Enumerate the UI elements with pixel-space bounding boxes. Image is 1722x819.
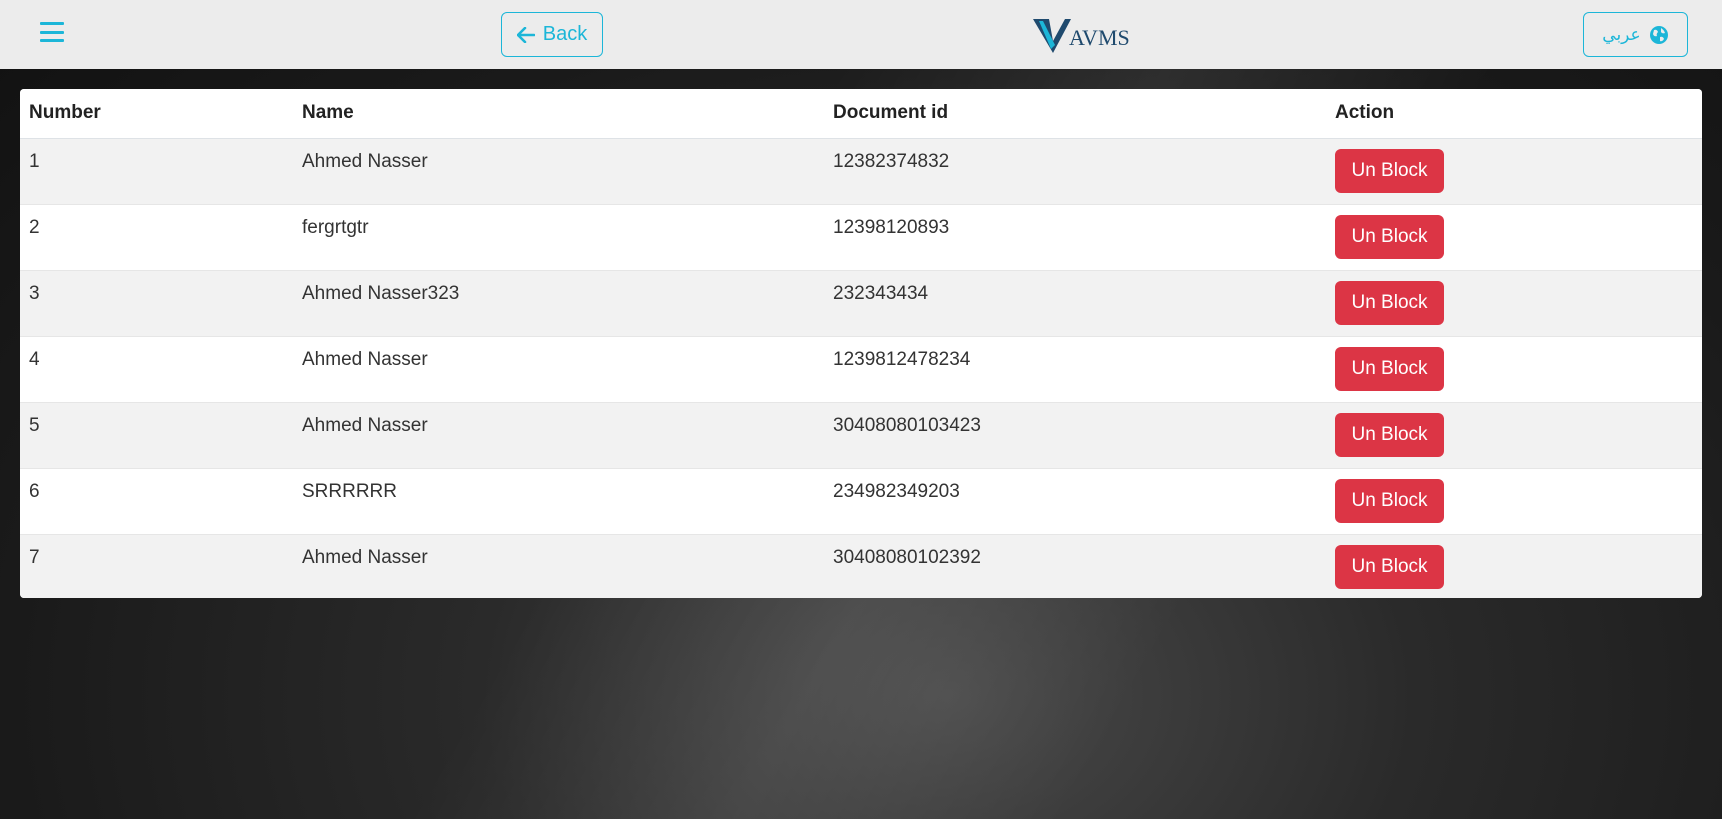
top-navbar: Back AVMS عربي bbox=[0, 0, 1722, 69]
header-document-id: Document id bbox=[824, 89, 1326, 139]
table-row: 7 Ahmed Nasser 30408080102392 Un Block bbox=[20, 533, 1702, 598]
cell-action: Un Block bbox=[1326, 335, 1702, 402]
unblock-button[interactable]: Un Block bbox=[1335, 412, 1444, 457]
table-row: 5 Ahmed Nasser 30408080103423 Un Block bbox=[20, 401, 1702, 468]
cell-action: Un Block bbox=[1326, 137, 1702, 204]
cell-name: Ahmed Nasser bbox=[293, 137, 824, 204]
cell-action: Un Block bbox=[1326, 203, 1702, 270]
unblock-button[interactable]: Un Block bbox=[1335, 148, 1444, 193]
header-name: Name bbox=[293, 89, 824, 139]
cell-number: 3 bbox=[20, 269, 293, 336]
cell-name: Ahmed Nasser323 bbox=[293, 269, 824, 336]
table-row: 1 Ahmed Nasser 12382374832 Un Block bbox=[20, 137, 1702, 204]
cell-number: 4 bbox=[20, 335, 293, 402]
back-label: Back bbox=[542, 23, 588, 45]
cell-name: Ahmed Nasser bbox=[293, 335, 824, 402]
cell-number: 1 bbox=[20, 137, 293, 204]
cell-document-id: 234982349203 bbox=[824, 467, 1326, 534]
cell-document-id: 30408080103423 bbox=[824, 401, 1326, 468]
table-row: 2 fergrtgtr 12398120893 Un Block bbox=[20, 203, 1702, 270]
cell-document-id: 232343434 bbox=[824, 269, 1326, 336]
table-row: 4 Ahmed Nasser 1239812478234 Un Block bbox=[20, 335, 1702, 402]
cell-name: SRRRRRR bbox=[293, 467, 824, 534]
cell-number: 6 bbox=[20, 467, 293, 534]
unblock-button[interactable]: Un Block bbox=[1335, 280, 1444, 325]
cell-number: 5 bbox=[20, 401, 293, 468]
cell-action: Un Block bbox=[1326, 401, 1702, 468]
cell-action: Un Block bbox=[1326, 467, 1702, 534]
language-button[interactable]: عربي bbox=[1583, 12, 1688, 57]
table-row: 3 Ahmed Nasser323 232343434 Un Block bbox=[20, 269, 1702, 336]
cell-action: Un Block bbox=[1326, 533, 1702, 598]
table-row: 6 SRRRRRR 234982349203 Un Block bbox=[20, 467, 1702, 534]
arrow-left-icon bbox=[516, 26, 535, 43]
cell-name: Ahmed Nasser bbox=[293, 401, 824, 468]
menu-icon[interactable] bbox=[40, 20, 64, 44]
cell-name: fergrtgtr bbox=[293, 203, 824, 270]
header-action: Action bbox=[1326, 89, 1702, 139]
cell-action: Un Block bbox=[1326, 269, 1702, 336]
globe-icon bbox=[1649, 25, 1668, 44]
blocked-users-table: Number Name Document id Action 1 Ahmed N… bbox=[20, 89, 1702, 598]
cell-document-id: 1239812478234 bbox=[824, 335, 1326, 402]
unblock-button[interactable]: Un Block bbox=[1335, 346, 1444, 391]
table-header-row: Number Name Document id Action bbox=[20, 89, 1702, 139]
unblock-button[interactable]: Un Block bbox=[1335, 544, 1444, 589]
cell-number: 7 bbox=[20, 533, 293, 598]
unblock-button[interactable]: Un Block bbox=[1335, 478, 1444, 523]
app-logo: AVMS bbox=[1031, 14, 1131, 56]
cell-document-id: 12398120893 bbox=[824, 203, 1326, 270]
cell-name: Ahmed Nasser bbox=[293, 533, 824, 598]
header-number: Number bbox=[20, 89, 293, 139]
cell-document-id: 30408080102392 bbox=[824, 533, 1326, 598]
back-button[interactable]: Back bbox=[501, 12, 603, 57]
cell-number: 2 bbox=[20, 203, 293, 270]
cell-document-id: 12382374832 bbox=[824, 137, 1326, 204]
language-label: عربي bbox=[1602, 24, 1641, 44]
logo-text: AVMS bbox=[1069, 25, 1130, 50]
unblock-button[interactable]: Un Block bbox=[1335, 214, 1444, 259]
